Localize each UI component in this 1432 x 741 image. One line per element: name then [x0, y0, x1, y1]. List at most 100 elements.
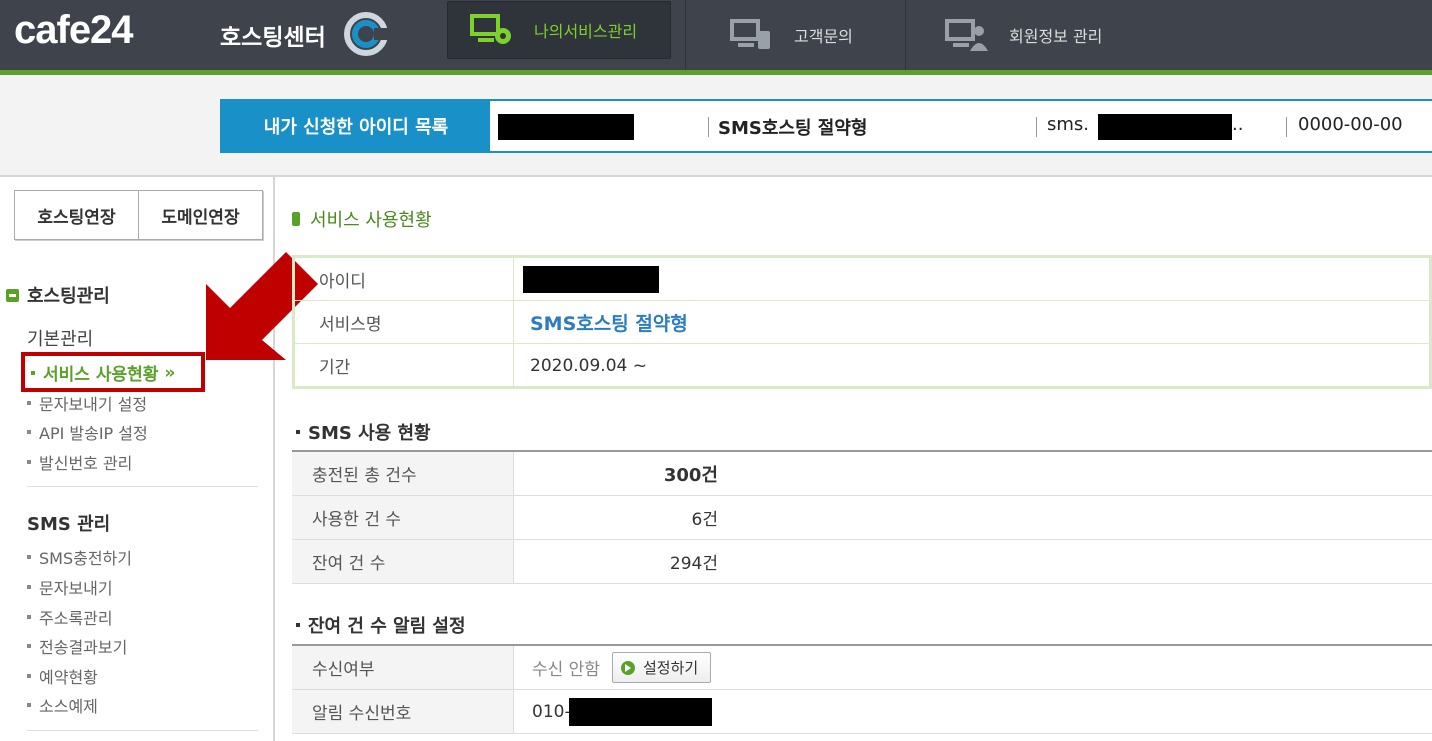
table-row: 잔여 건 수 294건 [292, 540, 1432, 584]
minus-square-icon[interactable] [6, 288, 19, 302]
highlight-box [21, 352, 205, 392]
sidebar-item-api-ip-settings[interactable]: API 발송IP 설정 [27, 420, 148, 444]
page-title: 서비스 사용현황 [292, 206, 432, 232]
table-row: 아이디 [295, 258, 1432, 301]
logo-subtitle: 호스팅센터 [220, 25, 326, 51]
nav-my-service-management[interactable]: 나의서비스관리 [447, 1, 671, 59]
period-value: 2020.09.04 ~ [530, 355, 647, 376]
service-name-value: SMS호스팅 절약형 [530, 312, 688, 335]
table-row: 기간 2020.09.04 ~ [295, 344, 1432, 387]
sidebar-item-send-results[interactable]: 전송결과보기 [27, 634, 127, 658]
sms-usage-heading: SMS 사용 현황 [296, 419, 431, 445]
id-bar-service: SMS호스팅 절약형 [718, 118, 868, 139]
nav-divider [905, 0, 906, 70]
redacted-id [523, 265, 659, 293]
divider [1286, 117, 1287, 137]
bullet-icon [27, 674, 31, 678]
receive-status-value: 수신 안함 [532, 660, 600, 680]
period-label: 기간 [295, 344, 514, 387]
sidebar-item-label: 전송결과보기 [39, 638, 128, 657]
alert-settings-title: 잔여 건 수 알림 설정 [308, 616, 466, 637]
used-count-label: 사용한 건 수 [292, 496, 514, 539]
sidebar-item-label: SMS충전하기 [39, 549, 132, 568]
id-list-bar[interactable]: 내가 신청한 아이디 목록 SMS호스팅 절약형 sms. .. 0000-00… [220, 99, 1432, 153]
sidebar-item-sms-send-settings[interactable]: 문자보내기 설정 [27, 391, 147, 415]
group-title-sms: SMS 관리 [27, 514, 111, 535]
table-row: 사용한 건 수 6건 [292, 496, 1432, 540]
bullet-icon [27, 460, 31, 464]
sidebar-divider [27, 730, 258, 731]
service-name-label: 서비스명 [295, 301, 514, 343]
sidebar-divider [27, 486, 258, 487]
nav-customer-inquiry[interactable]: 고객문의 [730, 0, 853, 70]
sms-usage-table: 충전된 총 건수 300건 사용한 건 수 6건 잔여 건 수 294건 [292, 450, 1432, 584]
sidebar-item-address-book[interactable]: 주소록관리 [27, 605, 113, 629]
bullet-icon [27, 615, 31, 619]
hosting-management-heading: 호스팅관리 [6, 282, 110, 308]
bullet-icon [27, 703, 31, 707]
id-label: 아이디 [295, 258, 514, 300]
sidebar-item-sms-charge[interactable]: SMS충전하기 [27, 545, 132, 569]
sidebar-item-reservations[interactable]: 예약현황 [27, 664, 98, 688]
domain-renewal-button[interactable]: 도메인연장 [138, 191, 262, 239]
content-top-border [0, 175, 1432, 177]
nav-member-info[interactable]: 회원정보 관리 [945, 0, 1102, 70]
remaining-count-value: 294건 [669, 554, 718, 574]
nav-label: 고객문의 [794, 27, 853, 46]
group-title-basic: 기본관리 [27, 329, 94, 350]
cafe24-logo[interactable]: cafe24 [14, 8, 134, 53]
sidebar-item-label: 발신번호 관리 [39, 454, 133, 473]
table-row: 서비스명 SMS호스팅 절약형 [295, 301, 1432, 344]
settings-button[interactable]: 설정하기 [611, 652, 712, 683]
section-title-text: 호스팅관리 [27, 286, 110, 307]
divider [708, 117, 709, 137]
divider [1036, 117, 1037, 137]
settings-button-label: 설정하기 [642, 659, 699, 677]
alert-settings-table: 수신여부 수신 안함 설정하기 알림 수신번호 010- [292, 644, 1432, 734]
bullet-icon [27, 585, 31, 589]
monitor-gear-icon [470, 14, 511, 44]
sidebar-item-label: 소스예제 [39, 697, 98, 716]
sidebar-item-label: 문자보내기 [39, 579, 113, 598]
id-bar-domain-prefix: sms. [1047, 114, 1090, 135]
redacted-id [498, 114, 634, 140]
id-bar-domain-suffix: .. [1232, 114, 1244, 135]
remaining-count-label: 잔여 건 수 [292, 540, 514, 583]
sidebar-item-sender-number[interactable]: 발신번호 관리 [27, 450, 132, 474]
section-marker-icon [292, 212, 300, 226]
total-charged-label: 충전된 총 건수 [292, 452, 514, 495]
bullet-icon [27, 555, 31, 559]
used-count-value: 6건 [691, 510, 718, 530]
alert-settings-heading: 잔여 건 수 알림 설정 [296, 612, 466, 638]
id-list-label: 내가 신청한 아이디 목록 [222, 101, 490, 151]
bullet-icon [296, 623, 300, 627]
total-charged-value: 300건 [663, 464, 718, 486]
renewal-buttons: 호스팅연장 도메인연장 [14, 190, 263, 240]
bullet-icon [27, 401, 31, 405]
redacted-domain [1098, 114, 1232, 140]
sidebar-item-label: 문자보내기 설정 [39, 395, 148, 414]
hosting-renewal-button[interactable]: 호스팅연장 [15, 191, 138, 239]
cafe24-c-logo-icon [344, 12, 388, 56]
top-navigation-bar: cafe24 호스팅센터 나의서비스관리 고객문의 회원정보 관리 [0, 0, 1432, 70]
monitor-user-icon [945, 19, 988, 51]
sidebar-item-source-examples[interactable]: 소스예제 [27, 693, 98, 717]
sidebar-item-send-message[interactable]: 문자보내기 [27, 575, 113, 599]
id-bar-date: 0000-00-00 [1298, 114, 1403, 135]
alert-phone-label: 알림 수신번호 [292, 690, 514, 733]
id-value [523, 258, 659, 300]
table-row: 알림 수신번호 010- [292, 690, 1432, 734]
service-info-table: 아이디 서비스명 SMS호스팅 절약형 기간 2020.09.04 ~ [292, 255, 1432, 389]
redacted-phone [568, 697, 712, 726]
receive-status-label: 수신여부 [292, 646, 514, 689]
monitor-phone-icon [730, 19, 770, 49]
sidebar-item-label: 예약현황 [39, 668, 98, 687]
nav-label: 회원정보 관리 [1009, 27, 1103, 46]
sidebar-item-label: API 발송IP 설정 [39, 424, 148, 443]
play-circle-icon [620, 660, 635, 675]
bullet-icon [27, 644, 31, 648]
bullet-icon [296, 430, 300, 434]
nav-divider [685, 0, 686, 70]
sms-usage-title: SMS 사용 현황 [308, 423, 431, 444]
nav-label: 나의서비스관리 [534, 22, 638, 41]
